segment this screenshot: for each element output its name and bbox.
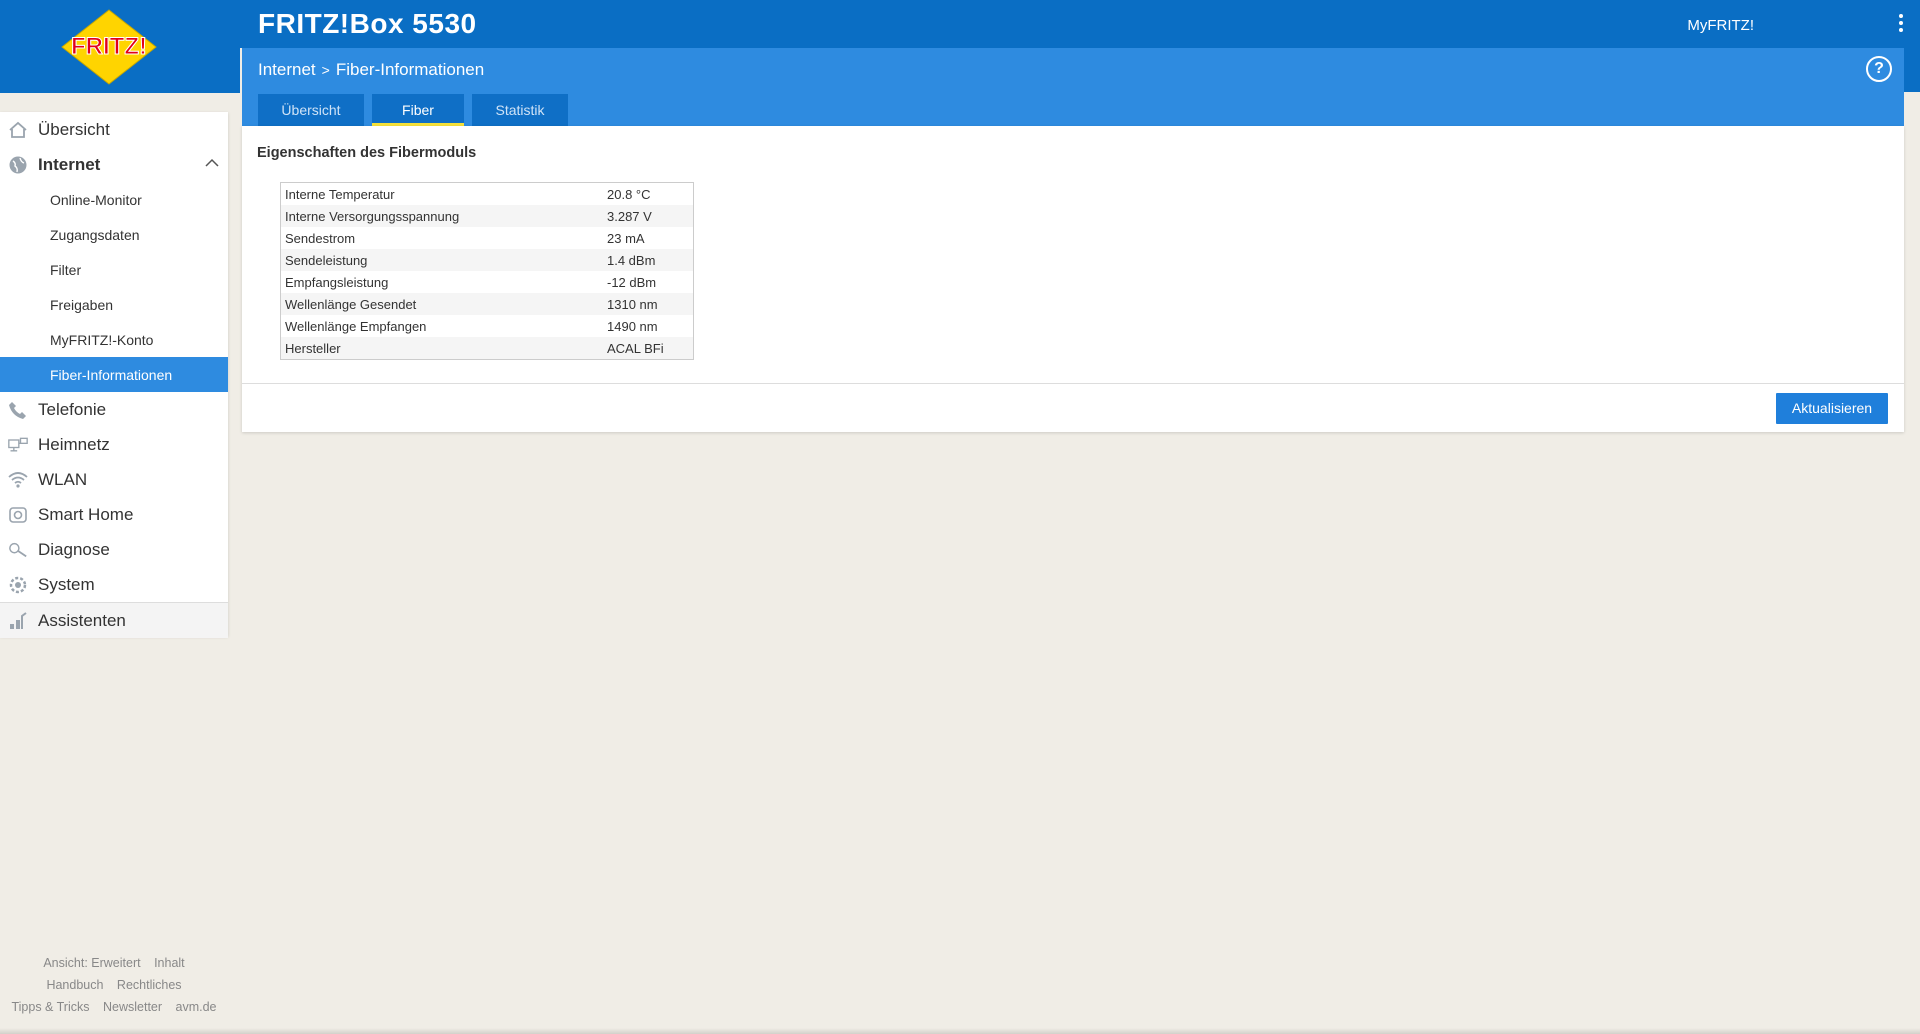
fiber-properties-table: Interne Temperatur 20.8 °C Interne Versor…	[280, 182, 694, 360]
sidebar-footer: Ansicht: Erweitert Inhalt Handbuch Recht…	[0, 952, 228, 1018]
sidebar-subitem-online-monitor[interactable]: Online-Monitor	[0, 182, 228, 217]
property-label: Wellenlänge Empfangen	[285, 318, 427, 334]
sidebar-subitem-freigaben[interactable]: Freigaben	[0, 287, 228, 322]
bottom-shadow	[0, 1028, 1920, 1034]
sidebar-item-label: WLAN	[38, 469, 88, 489]
property-value: 3.287 V	[607, 205, 694, 227]
sidebar-subitem-label: MyFRITZ!-Konto	[50, 331, 154, 348]
property-label: Sendestrom	[285, 230, 356, 246]
help-icon[interactable]: ?	[1866, 56, 1892, 82]
sidebar-item-label: Übersicht	[38, 119, 110, 139]
sidebar-item-telefonie[interactable]: Telefonie	[0, 392, 228, 427]
property-label: Interne Versorgungsspannung	[280, 205, 607, 227]
sidebar-subitem-label: Filter	[50, 261, 82, 278]
property-value: -12 dBm	[607, 274, 657, 290]
footer-link-newsletter[interactable]: Newsletter	[103, 1000, 162, 1014]
property-value: 20.8 °C	[607, 186, 651, 202]
smart-home-icon	[9, 507, 27, 523]
assistants-icon	[10, 612, 27, 629]
tab-uebersicht[interactable]: Übersicht	[258, 94, 364, 126]
footer-link-rechtliches[interactable]: Rechtliches	[117, 978, 182, 992]
sidebar-subitem-label: Fiber-Informationen	[50, 366, 173, 383]
table-row: Empfangsleistung -12 dBm	[281, 271, 694, 293]
table-row: Wellenlänge Gesendet 1310 nm	[280, 293, 694, 315]
breadcrumb-separator-icon: >	[321, 62, 330, 78]
property-label: Sendeleistung	[280, 249, 607, 271]
sidebar-item-system[interactable]: System	[0, 567, 228, 602]
table-row: Sendeleistung 1.4 dBm	[280, 249, 694, 271]
phone-icon	[9, 402, 26, 419]
property-value: 1.4 dBm	[607, 249, 694, 271]
sidebar-subitem-filter[interactable]: Filter	[0, 252, 228, 287]
breadcrumb-fiber-info: Fiber-Informationen	[335, 60, 485, 79]
footer-link-tipps[interactable]: Tipps & Tricks	[11, 1000, 89, 1014]
chevron-up-icon[interactable]	[204, 155, 220, 171]
tab-bar: Übersicht Fiber Statistik	[242, 92, 1904, 126]
property-label: Empfangsleistung	[285, 274, 389, 290]
sidebar-item-uebersicht[interactable]: Übersicht	[0, 112, 228, 147]
system-gear-icon	[9, 576, 27, 594]
sidebar-item-smart-home[interactable]: Smart Home	[0, 497, 228, 532]
sidebar-item-label: Diagnose	[38, 539, 110, 559]
svg-text:FRITZ!: FRITZ!	[71, 33, 147, 60]
section-title: Eigenschaften des Fibermoduls	[257, 145, 477, 161]
sidebar-item-assistenten[interactable]: Assistenten	[0, 602, 228, 638]
sidebar-item-internet[interactable]: Internet	[0, 147, 228, 182]
footer-link-avm[interactable]: avm.de	[176, 1000, 217, 1014]
breadcrumb-internet[interactable]: Internet	[258, 60, 316, 80]
property-label: Hersteller	[280, 337, 607, 360]
footer-link-ansicht[interactable]: Ansicht: Erweitert	[43, 956, 140, 970]
sidebar-subitem-fiber-informationen[interactable]: Fiber-Informationen	[0, 357, 228, 392]
property-value: 1310 nm	[607, 293, 694, 315]
table-row: Wellenlänge Empfangen 1490 nm	[281, 315, 694, 337]
footer-link-inhalt[interactable]: Inhalt	[154, 956, 185, 970]
table-row: Hersteller ACAL BFi	[280, 337, 694, 360]
wifi-icon	[8, 472, 28, 488]
table-row: Sendestrom 23 mA	[281, 227, 694, 249]
app-title: FRITZ!Box 5530	[258, 8, 477, 39]
refresh-button[interactable]: Aktualisieren	[1776, 393, 1888, 424]
sidebar-subitem-label: Zugangsdaten	[50, 226, 140, 243]
sidebar-subitem-zugangsdaten[interactable]: Zugangsdaten	[0, 217, 228, 252]
sidebar-item-wlan[interactable]: WLAN	[0, 462, 228, 497]
home-icon	[9, 121, 27, 138]
footer-link-handbuch[interactable]: Handbuch	[46, 978, 103, 992]
property-label: Wellenlänge Gesendet	[280, 293, 607, 315]
network-icon	[8, 437, 28, 452]
tab-statistik[interactable]: Statistik	[472, 94, 568, 126]
header-edge	[1904, 48, 1920, 92]
breadcrumb: Internet > Fiber-Informationen ?	[242, 48, 1904, 92]
fritz-logo[interactable]: FRITZ!	[60, 8, 158, 86]
sidebar-item-diagnose[interactable]: Diagnose	[0, 532, 228, 567]
sidebar: Übersicht Internet Online-Monitor Zugang…	[0, 112, 228, 638]
property-value: 23 mA	[607, 230, 645, 246]
sidebar-item-label: Smart Home	[38, 504, 134, 524]
sidebar-item-label: Telefonie	[38, 399, 107, 419]
tab-fiber[interactable]: Fiber	[372, 94, 464, 126]
myfritz-link[interactable]: MyFRITZ!	[1687, 17, 1754, 34]
sidebar-item-label: System	[38, 574, 95, 594]
sidebar-item-heimnetz[interactable]: Heimnetz	[0, 427, 228, 462]
sidebar-item-label: Assistenten	[38, 610, 126, 630]
divider	[242, 383, 1904, 384]
property-value: ACAL BFi	[607, 337, 694, 360]
table-row: Interne Temperatur 20.8 °C	[281, 183, 694, 206]
table-row: Interne Versorgungsspannung 3.287 V	[280, 205, 694, 227]
property-label: Interne Temperatur	[285, 186, 395, 202]
property-value: 1490 nm	[607, 318, 658, 334]
logo-area: FRITZ!	[0, 0, 240, 93]
sidebar-subitem-label: Freigaben	[50, 296, 114, 313]
diagnose-icon	[9, 542, 27, 558]
more-menu-icon[interactable]	[1896, 14, 1906, 36]
sidebar-item-label: Internet	[38, 154, 101, 174]
content-panel: Eigenschaften des Fibermoduls Interne Te…	[242, 126, 1904, 432]
sidebar-subitem-label: Online-Monitor	[50, 191, 142, 208]
sidebar-item-label: Heimnetz	[38, 434, 110, 454]
globe-icon	[9, 156, 27, 174]
sidebar-subitem-myfritz-konto[interactable]: MyFRITZ!-Konto	[0, 322, 228, 357]
